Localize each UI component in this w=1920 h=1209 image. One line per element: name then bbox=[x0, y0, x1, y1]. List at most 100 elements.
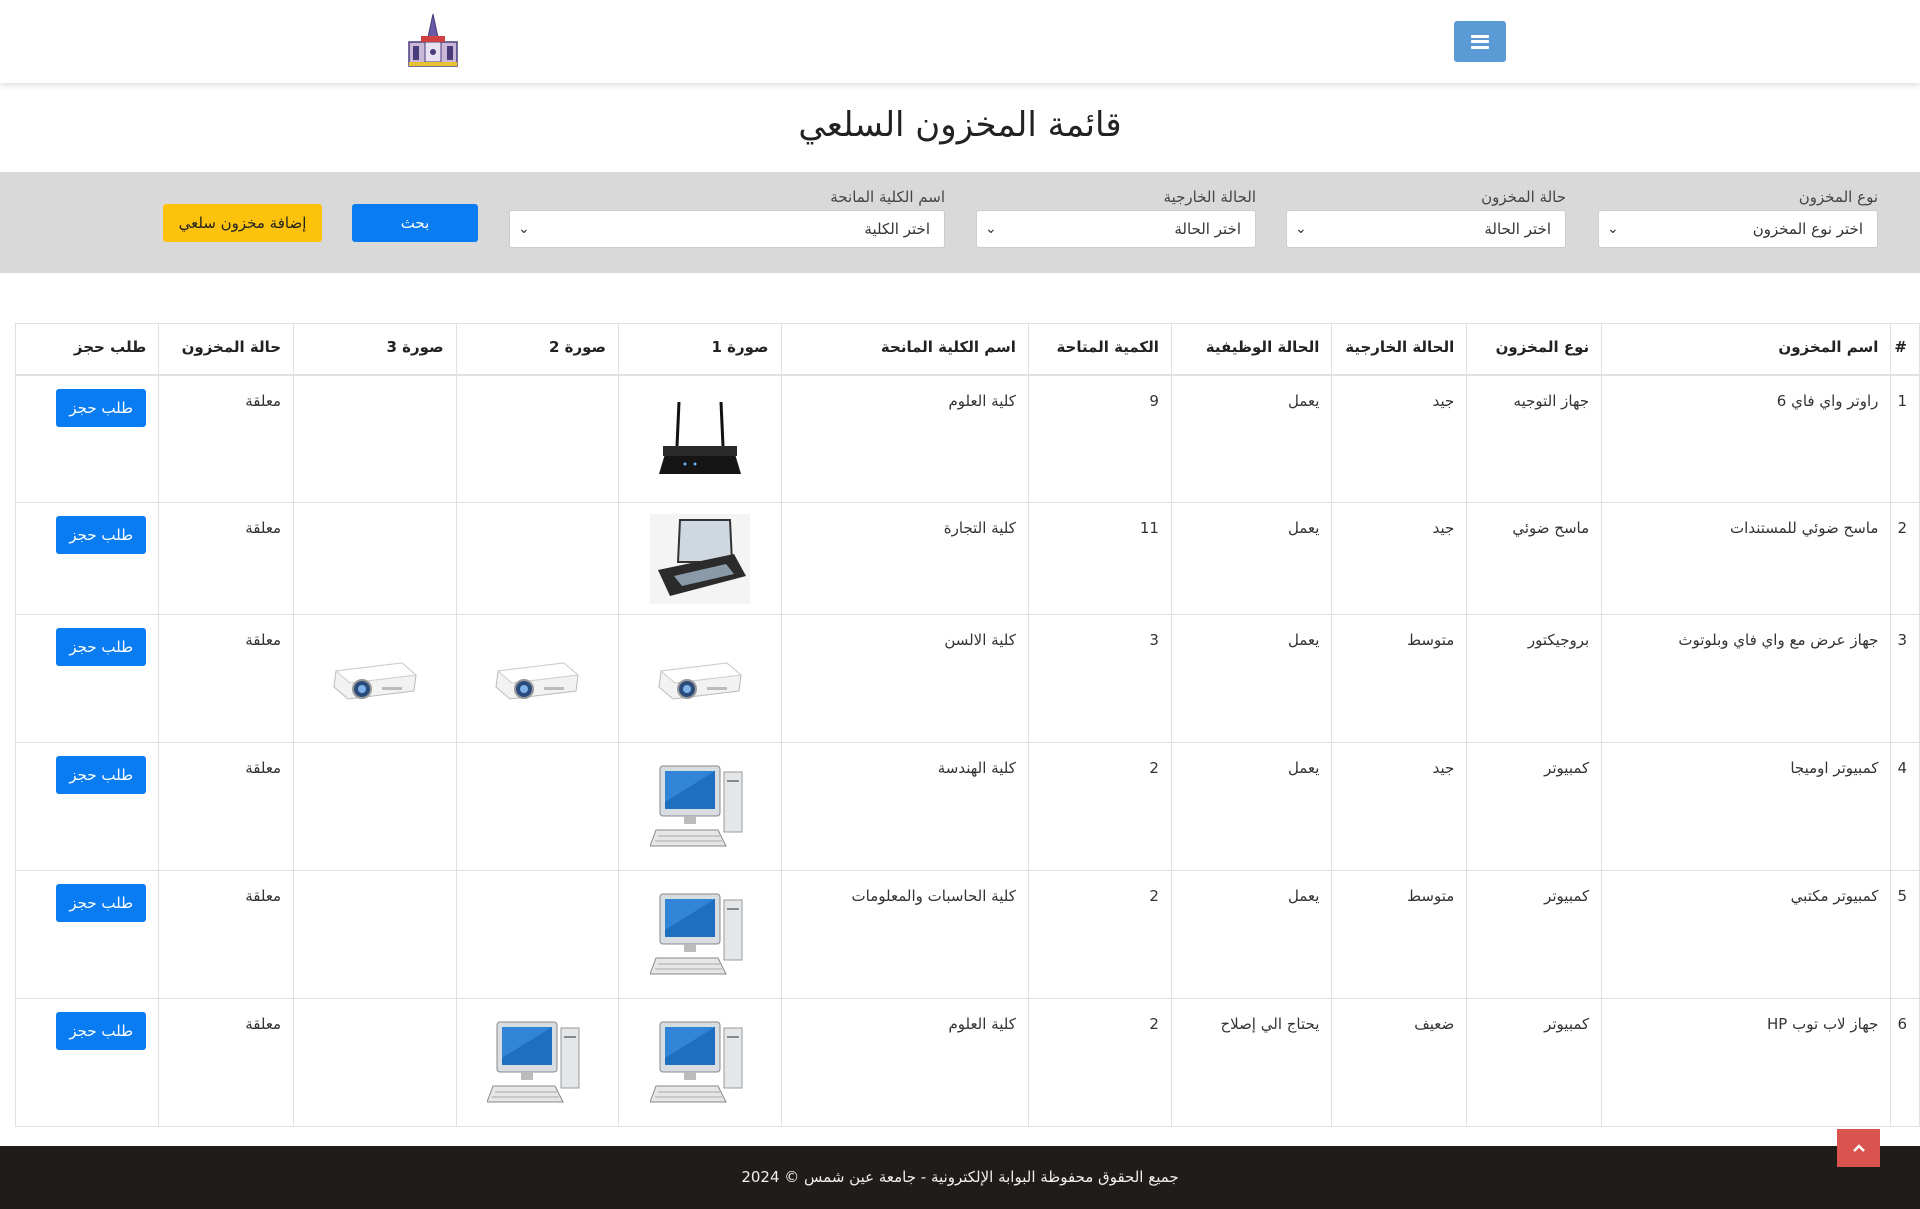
header-status: حالة المخزون bbox=[158, 323, 295, 376]
header-name: اسم المخزون bbox=[1601, 323, 1892, 376]
request-cell: طلب حجز bbox=[14, 374, 160, 503]
menu-toggle-button[interactable] bbox=[1454, 21, 1506, 62]
image-1-cell bbox=[618, 502, 782, 615]
request-cell: طلب حجز bbox=[14, 998, 160, 1127]
computer-image bbox=[649, 890, 750, 980]
reservation-request-button[interactable]: طلب حجز bbox=[56, 756, 147, 794]
stock-type: كمبيوتر bbox=[1466, 742, 1603, 871]
stock-name: ماسح ضوئي للمستندات bbox=[1601, 502, 1892, 615]
computer-image bbox=[649, 1018, 750, 1108]
image-3-cell bbox=[293, 870, 457, 999]
image-3-cell bbox=[293, 742, 457, 871]
row-number: 4 bbox=[1890, 742, 1920, 871]
filter-stock-status: حالة المخزون اختر الحالة ⌄ bbox=[1286, 186, 1566, 248]
image-2-cell bbox=[455, 502, 620, 615]
stock-name: كمبيوتر اوميجا bbox=[1601, 742, 1892, 871]
computer-image bbox=[487, 1018, 587, 1108]
available-quantity: 11 bbox=[1027, 502, 1172, 615]
image-3-cell bbox=[293, 502, 457, 615]
university-logo-icon[interactable] bbox=[403, 12, 463, 72]
row-number: 6 bbox=[1890, 998, 1920, 1127]
reservation-request-button[interactable]: طلب حجز bbox=[56, 516, 147, 554]
donor-faculty: كلية الالسن bbox=[780, 614, 1029, 743]
filter-faculty: اسم الكلية المانحة اختر الكلية ⌄ bbox=[509, 186, 945, 248]
functional-status: يعمل bbox=[1170, 502, 1333, 615]
search-button[interactable]: بحث bbox=[352, 204, 478, 242]
projector-image bbox=[325, 634, 425, 724]
functional-status: يحتاج الي إصلاح bbox=[1170, 998, 1333, 1127]
image-2-cell bbox=[455, 742, 620, 871]
image-3-cell bbox=[293, 998, 457, 1127]
stock-type: كمبيوتر bbox=[1466, 870, 1603, 999]
table-row: 6 جهاز لاب توب HP كمبيوتر ضعيف يحتاج الي إصل… bbox=[14, 998, 1920, 1127]
stock-name: جهاز لاب توب HP bbox=[1601, 998, 1892, 1127]
image-2-cell bbox=[455, 614, 620, 743]
reservation-request-button[interactable]: طلب حجز bbox=[56, 628, 147, 666]
row-number: 3 bbox=[1890, 614, 1920, 743]
chevron-up-icon bbox=[1852, 1144, 1865, 1152]
stock-type-select-value: اختر نوع المخزون bbox=[1752, 220, 1863, 238]
table-row: 3 جهاز عرض مع واي فاي وبلوتوث بروجيكتور متو… bbox=[14, 614, 1920, 743]
stock-name: كمبيوتر مكتبي bbox=[1601, 870, 1892, 999]
reservation-request-button[interactable]: طلب حجز bbox=[56, 884, 147, 922]
row-number: 5 bbox=[1890, 870, 1920, 999]
router-image bbox=[650, 394, 750, 484]
table-header-row: # اسم المخزون نوع المخزون الحالة الخارجي… bbox=[14, 323, 1920, 376]
stock-status: معلقة bbox=[158, 502, 295, 615]
row-number: 1 bbox=[1890, 374, 1920, 503]
image-3-cell bbox=[293, 374, 457, 503]
stock-name: جهاز عرض مع واي فاي وبلوتوث bbox=[1601, 614, 1892, 743]
filter-stock-type-label: نوع المخزون bbox=[1798, 188, 1878, 206]
donor-faculty: كلية العلوم bbox=[780, 998, 1029, 1127]
donor-faculty: كلية العلوم bbox=[780, 374, 1029, 503]
header-num: # bbox=[1890, 323, 1920, 376]
stock-status-select[interactable]: اختر الحالة ⌄ bbox=[1286, 210, 1566, 248]
site-header bbox=[0, 0, 1920, 83]
header-type: نوع المخزون bbox=[1466, 323, 1603, 376]
scroll-to-top-button[interactable] bbox=[1837, 1129, 1880, 1167]
header-functional: الحالة الوظيفية bbox=[1170, 323, 1333, 376]
external-status: ضعيف bbox=[1331, 998, 1468, 1127]
stock-status: معلقة bbox=[158, 870, 295, 999]
reservation-request-button[interactable]: طلب حجز bbox=[56, 388, 147, 427]
table-row: 1 راوتر واي فاي 6 جهاز التوجيه جيد يعمل 9 كلية… bbox=[14, 374, 1920, 503]
external-status: جيد bbox=[1331, 502, 1468, 615]
header-request: طلب حجز bbox=[14, 323, 160, 376]
filter-external-status-label: الحالة الخارجية bbox=[1163, 188, 1256, 206]
stock-type: جهاز التوجيه bbox=[1466, 374, 1603, 503]
stock-type: كمبيوتر bbox=[1466, 998, 1603, 1127]
add-stock-button[interactable]: إضافة مخزون سلعي bbox=[163, 204, 322, 242]
scanner-image bbox=[649, 513, 750, 604]
available-quantity: 2 bbox=[1027, 998, 1172, 1127]
header-img1: صورة 1 bbox=[618, 323, 782, 376]
external-status-select-value: اختر الحالة bbox=[1174, 220, 1241, 238]
external-status: متوسط bbox=[1331, 614, 1468, 743]
available-quantity: 2 bbox=[1027, 870, 1172, 999]
external-status: متوسط bbox=[1331, 870, 1468, 999]
chevron-down-icon: ⌄ bbox=[1607, 221, 1619, 237]
image-1-cell bbox=[618, 374, 782, 503]
table-row: 5 كمبيوتر مكتبي كمبيوتر متوسط يعمل 2 كلية الحا… bbox=[14, 870, 1920, 999]
request-cell: طلب حجز bbox=[14, 870, 160, 999]
donor-faculty: كلية الهندسة bbox=[780, 742, 1029, 871]
reservation-request-button[interactable]: طلب حجز bbox=[56, 1012, 147, 1050]
hamburger-menu-icon bbox=[1471, 34, 1489, 49]
image-1-cell bbox=[618, 870, 782, 999]
header-faculty: اسم الكلية المانحة bbox=[780, 323, 1029, 376]
filter-faculty-label: اسم الكلية المانحة bbox=[830, 188, 945, 206]
available-quantity: 9 bbox=[1027, 374, 1172, 503]
stock-type-select[interactable]: اختر نوع المخزون ⌄ bbox=[1598, 210, 1878, 248]
stock-type: بروجيكتور bbox=[1466, 614, 1603, 743]
available-quantity: 2 bbox=[1027, 742, 1172, 871]
row-number: 2 bbox=[1890, 502, 1920, 615]
stock-type: ماسح ضوئي bbox=[1466, 502, 1603, 615]
faculty-select[interactable]: اختر الكلية ⌄ bbox=[509, 210, 945, 248]
chevron-down-icon: ⌄ bbox=[1295, 221, 1307, 237]
functional-status: يعمل bbox=[1170, 614, 1333, 743]
functional-status: يعمل bbox=[1170, 742, 1333, 871]
image-2-cell bbox=[455, 870, 620, 999]
external-status-select[interactable]: اختر الحالة ⌄ bbox=[976, 210, 1256, 248]
request-cell: طلب حجز bbox=[14, 502, 160, 615]
site-footer: جميع الحقوق محفوظة البوابة الإلكترونية -… bbox=[0, 1146, 1920, 1209]
projector-image bbox=[650, 634, 750, 724]
